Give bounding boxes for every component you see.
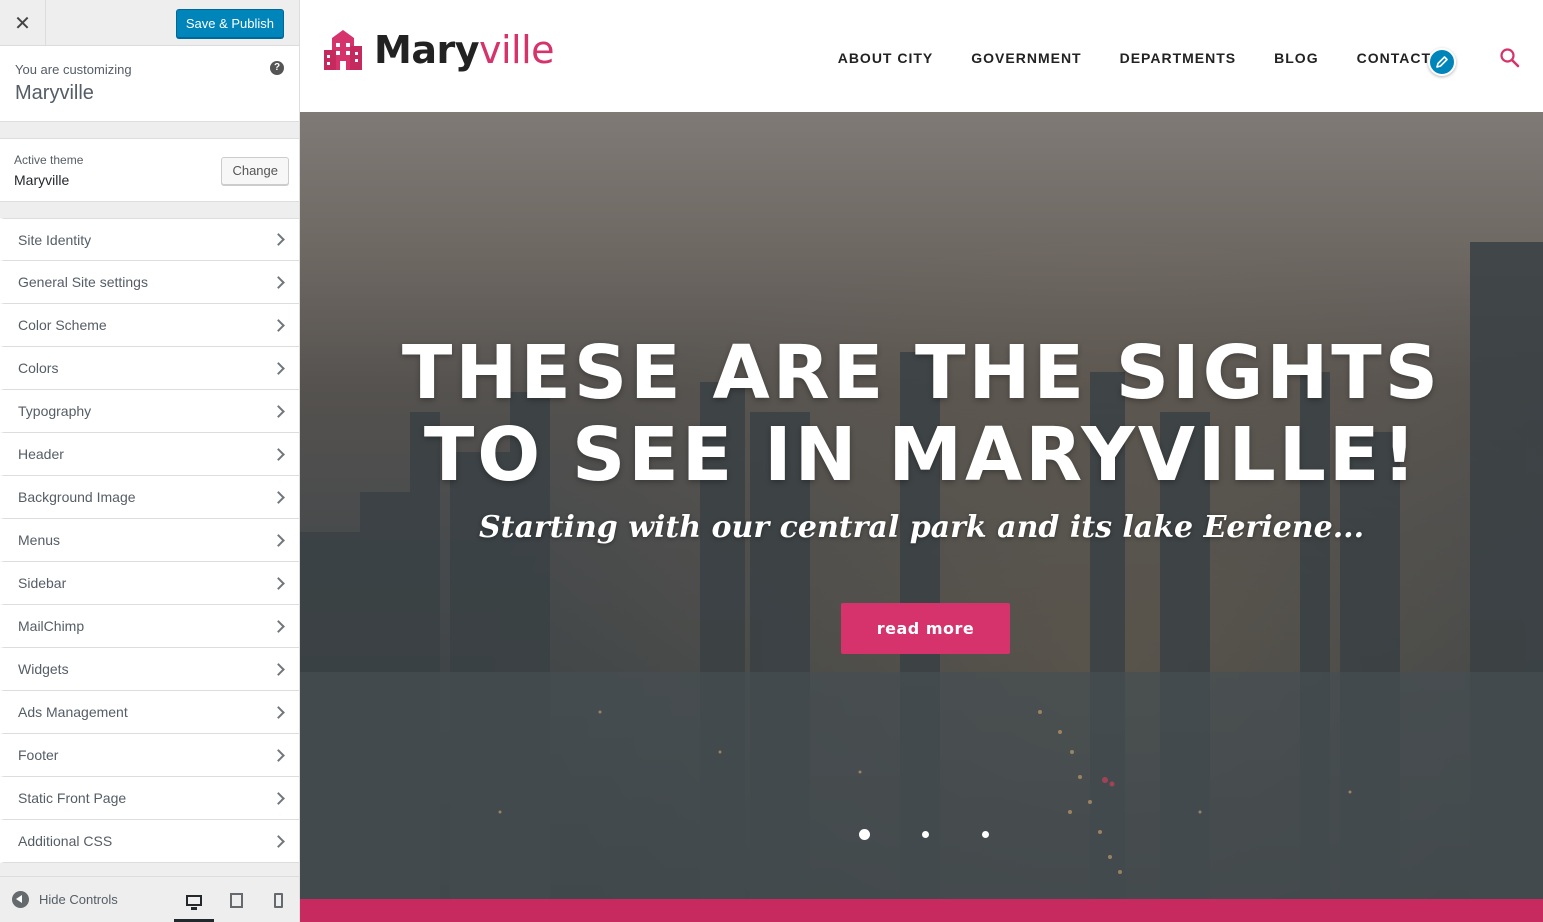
chevron-right-icon [272,619,285,633]
change-theme-button[interactable]: Change [221,157,289,185]
city-building-icon [324,30,362,70]
site-logo-text: Maryville [374,28,555,72]
slider-pagination [300,829,1543,841]
chevron-right-icon [272,361,285,375]
mobile-preview-button[interactable] [257,877,299,922]
chevron-right-icon [272,834,285,848]
section-sidebar[interactable]: Sidebar [0,562,299,605]
hero-subtitle: Starting with our central park and its l… [478,510,1365,545]
chevron-right-icon [272,233,285,246]
nav-contact[interactable]: CONTACT [1357,50,1431,66]
section-label: Colors [18,360,59,376]
tablet-preview-button[interactable] [215,877,257,922]
chevron-right-icon [272,490,285,504]
customizing-info: You are customizing Maryville [0,46,299,122]
pencil-icon [1436,56,1448,68]
customizer-footer: Hide Controls [0,876,299,922]
nav-government[interactable]: GOVERNMENT [971,50,1081,66]
desktop-icon [186,894,202,910]
section-label: Background Image [18,489,136,505]
section-additional-css[interactable]: Additional CSS [0,820,299,863]
nav-about-city[interactable]: ABOUT CITY [838,50,934,66]
slider-dot-1[interactable] [859,829,870,840]
section-label: Typography [18,403,92,419]
search-button[interactable] [1499,47,1521,69]
section-label: Site Identity [18,231,92,248]
main-navigation: ABOUT CITY GOVERNMENT DEPARTMENTS BLOG C… [838,50,1431,66]
chevron-right-icon [272,576,285,590]
chevron-right-icon [272,705,285,719]
section-background-image[interactable]: Background Image [0,476,299,519]
customizer-header: ✕ Save & Publish [0,0,299,46]
section-header[interactable]: Header [0,433,299,476]
site-logo[interactable]: Maryville [324,28,555,72]
chevron-right-icon [272,791,285,805]
customizing-label: You are customizing [15,62,132,77]
section-label: Color Scheme [18,317,107,333]
section-general-site-settings[interactable]: General Site settings [0,261,299,304]
chevron-right-icon [272,275,285,289]
section-label: General Site settings [18,274,148,290]
section-label: Footer [18,747,59,763]
collapse-arrow-icon [12,891,29,908]
desktop-preview-button[interactable] [173,877,215,922]
customizer-sections: Site Identity General Site settings Colo… [0,218,299,863]
active-theme-panel: Active theme Maryville Change [0,138,299,202]
hero-title-line-1: THESE ARE THE SIGHTS [401,330,1442,416]
hero-title: THESE ARE THE SIGHTS TO SEE IN MARYVILLE… [300,332,1543,496]
hero-title-line-2: TO SEE IN MARYVILLE! [423,412,1420,498]
section-label: Sidebar [18,575,67,591]
site-header: Maryville ABOUT CITY GOVERNMENT DEPARTME… [300,0,1543,112]
section-color-scheme[interactable]: Color Scheme [0,304,299,347]
site-title: Maryville [15,82,94,104]
chevron-right-icon [272,662,285,676]
chevron-right-icon [272,318,285,332]
search-icon [1500,48,1520,68]
read-more-button[interactable]: read more [841,603,1010,654]
section-label: Header [18,446,64,462]
chevron-right-icon [272,447,285,461]
section-typography[interactable]: Typography [0,390,299,433]
city-skyline-background [300,242,1543,899]
nav-blog[interactable]: BLOG [1274,50,1318,66]
tablet-icon [229,892,243,908]
section-footer[interactable]: Footer [0,734,299,777]
slider-dot-2[interactable] [922,831,929,838]
section-site-identity[interactable]: Site Identity [0,218,299,261]
nav-departments[interactable]: DEPARTMENTS [1120,50,1237,66]
section-mailchimp[interactable]: MailChimp [0,605,299,648]
device-preview-switcher [173,877,299,922]
close-icon[interactable]: ✕ [0,0,46,46]
section-label: Additional CSS [18,833,113,849]
section-label: MailChimp [18,618,85,634]
slider-dot-3[interactable] [982,831,989,838]
mobile-icon [273,892,283,908]
section-label: Menus [18,532,61,548]
section-widgets[interactable]: Widgets [0,648,299,691]
hide-controls-label: Hide Controls [39,892,118,907]
site-preview: Maryville ABOUT CITY GOVERNMENT DEPARTME… [300,0,1543,922]
section-ads-management[interactable]: Ads Management [0,691,299,734]
chevron-right-icon [272,748,285,762]
section-label: Widgets [18,661,69,677]
chevron-right-icon [272,533,285,547]
edit-shortcut-button[interactable] [1428,48,1456,76]
logo-text-dark: Mary [374,28,479,72]
help-icon[interactable]: ? [270,61,284,75]
accent-bar [300,899,1543,922]
section-colors[interactable]: Colors [0,347,299,390]
save-publish-button[interactable]: Save & Publish [175,9,284,38]
logo-text-accent: ville [478,28,555,72]
customizer-sidebar: ✕ Save & Publish You are customizing Mar… [0,0,300,922]
section-menus[interactable]: Menus [0,519,299,562]
chevron-right-icon [272,404,285,418]
section-static-front-page[interactable]: Static Front Page [0,777,299,820]
hide-controls-button[interactable]: Hide Controls [12,891,118,908]
section-label: Static Front Page [18,790,127,806]
hero-slider: THESE ARE THE SIGHTS TO SEE IN MARYVILLE… [300,112,1543,899]
section-label: Ads Management [18,704,128,720]
